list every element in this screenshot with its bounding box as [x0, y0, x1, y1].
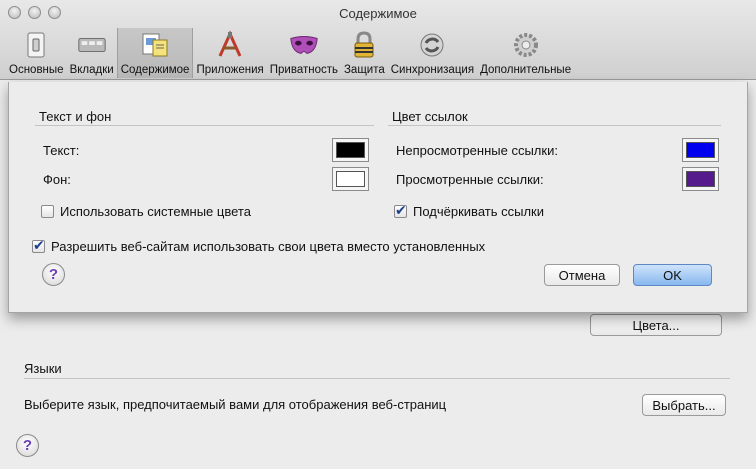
allow-sites-colors-checkbox[interactable]	[32, 237, 45, 254]
window-title: Содержимое	[339, 6, 417, 21]
visited-links-color-fill	[686, 171, 715, 187]
underline-links-checkbox[interactable]	[394, 202, 407, 219]
text-background-separator	[35, 125, 374, 126]
switch-icon	[20, 30, 52, 60]
tab-sync-label: Синхронизация	[390, 64, 475, 76]
tab-content-label: Содержимое	[120, 64, 190, 76]
tab-applications[interactable]: Приложения	[193, 28, 266, 78]
colors-sheet: Текст и фон Цвет ссылок Текст: Фон: Испо…	[8, 82, 748, 313]
unvisited-links-label: Непросмотренные ссылки:	[396, 143, 558, 158]
ok-button[interactable]: OK	[633, 264, 712, 286]
background-color-well[interactable]	[332, 167, 369, 191]
tab-privacy[interactable]: Приватность	[267, 28, 341, 78]
visited-links-color-well[interactable]	[682, 167, 719, 191]
unvisited-links-color-well[interactable]	[682, 138, 719, 162]
colors-button[interactable]: Цвета...	[590, 314, 722, 336]
tab-applications-label: Приложения	[196, 64, 264, 76]
text-color-well[interactable]	[332, 138, 369, 162]
text-color-label: Текст:	[43, 143, 80, 158]
unvisited-links-color-fill	[686, 142, 715, 158]
visited-links-label: Просмотренные ссылки:	[396, 172, 544, 187]
cancel-button[interactable]: Отмена	[544, 264, 620, 286]
languages-description: Выберите язык, предпочитаемый вами для о…	[24, 397, 447, 412]
text-color-fill	[336, 142, 365, 158]
underline-links-label: Подчёркивать ссылки	[413, 204, 544, 219]
languages-heading: Языки	[24, 361, 62, 376]
allow-sites-colors-label: Разрешить веб-сайтам использовать свои ц…	[51, 239, 486, 254]
use-system-colors-label: Использовать системные цвета	[60, 204, 251, 219]
tab-security-label: Защита	[343, 64, 385, 76]
tab-security[interactable]: Защита	[341, 28, 388, 78]
tab-privacy-label: Приватность	[269, 64, 338, 76]
tab-sync[interactable]: Синхронизация	[388, 28, 477, 78]
sync-icon	[416, 30, 448, 60]
lock-icon	[348, 30, 380, 60]
titlebar: Содержимое Основные Вкладки Содержимое П…	[0, 0, 756, 80]
tab-content[interactable]: Содержимое	[116, 28, 194, 78]
tabs-icon	[76, 30, 108, 60]
gear-icon	[510, 30, 542, 60]
tab-general[interactable]: Основные	[6, 28, 67, 78]
tab-advanced[interactable]: Дополнительные	[477, 28, 574, 78]
link-colors-heading: Цвет ссылок	[392, 109, 468, 124]
choose-language-button[interactable]: Выбрать...	[642, 394, 726, 416]
content-icon	[139, 30, 171, 60]
link-colors-separator	[388, 125, 721, 126]
sheet-help-icon[interactable]: ?	[42, 263, 65, 286]
use-system-colors-checkbox[interactable]	[41, 205, 54, 218]
help-icon[interactable]: ?	[16, 434, 39, 457]
tab-general-label: Основные	[9, 64, 64, 76]
background-color-fill	[336, 171, 365, 187]
preferences-window: Содержимое Основные Вкладки Содержимое П…	[0, 0, 756, 469]
text-background-heading: Текст и фон	[39, 109, 112, 124]
mask-icon	[288, 30, 320, 60]
preferences-toolbar: Основные Вкладки Содержимое Приложения П…	[6, 28, 574, 78]
applications-icon	[214, 30, 246, 60]
background-color-label: Фон:	[43, 172, 71, 187]
tab-tabs-label: Вкладки	[69, 64, 114, 76]
tab-advanced-label: Дополнительные	[480, 64, 572, 76]
languages-separator	[24, 378, 730, 379]
tab-tabs[interactable]: Вкладки	[67, 28, 117, 78]
